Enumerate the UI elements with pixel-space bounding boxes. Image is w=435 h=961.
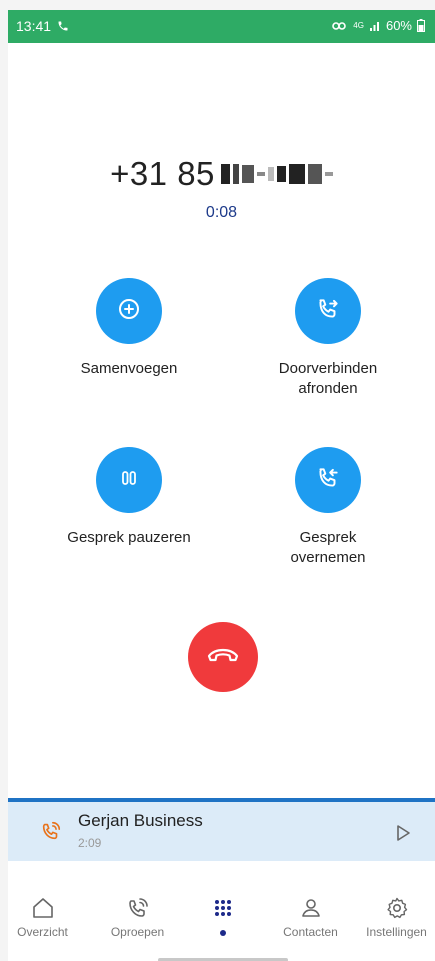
status-bar: 13:41 4G 60% <box>8 10 435 43</box>
gear-icon <box>354 894 435 922</box>
calls-icon <box>95 894 180 922</box>
merge-call-label: Samenvoegen <box>80 360 178 377</box>
status-time: 13:41 <box>16 18 52 34</box>
nav-item-dialpad[interactable] <box>180 894 265 936</box>
person-icon <box>268 894 353 922</box>
hangup-icon <box>206 645 240 670</box>
signal-icon <box>369 20 381 32</box>
complete-transfer-label: Doorverbinden afronden <box>278 360 378 397</box>
hangup-button[interactable] <box>188 622 258 692</box>
network-type: 4G <box>353 21 364 30</box>
hold-call-action[interactable]: Gesprek pauzeren <box>29 447 229 548</box>
nav-label-overzicht: Overzicht <box>17 925 68 939</box>
call-timer: 0:08 <box>205 204 238 221</box>
hold-call-label: Gesprek pauzeren <box>67 529 191 546</box>
active-call-phone-icon <box>40 820 62 847</box>
complete-transfer-action[interactable]: Doorverbinden afronden <box>228 278 428 399</box>
nav-item-instellingen[interactable]: Instellingen <box>354 894 435 939</box>
call-number-prefix: +31 85 <box>110 155 215 192</box>
nav-item-overzicht[interactable]: Overzicht <box>8 894 85 939</box>
status-time-group: 13:41 <box>16 18 69 34</box>
screen-frame: 13:41 4G 60% +31 85 0:08 Samenvoegen Doo… <box>0 0 435 961</box>
active-tab-indicator <box>219 930 226 936</box>
battery-percent: 60% <box>385 18 412 33</box>
active-call-bar[interactable]: Gerjan Business 2:09 <box>8 798 435 861</box>
redacted-number-digits <box>220 163 333 185</box>
resume-play-icon[interactable] <box>395 824 411 847</box>
take-over-call-label: Gesprek overnemen <box>290 529 366 566</box>
nav-label-instellingen: Instellingen <box>366 925 427 939</box>
bottom-navigation: Overzicht Oproepen Contacten Instellinge… <box>8 888 435 961</box>
app-window: 13:41 4G 60% +31 85 0:08 Samenvoegen Doo… <box>8 10 435 961</box>
active-call-name: Gerjan Business <box>78 811 203 830</box>
nav-label-contacten: Contacten <box>283 925 338 939</box>
battery-icon <box>417 19 425 32</box>
merge-plus-icon <box>117 297 141 326</box>
phone-call-status-icon <box>57 20 69 32</box>
nav-item-oproepen[interactable]: Oproepen <box>95 894 180 939</box>
hold-call-button[interactable] <box>96 447 162 513</box>
merge-call-action[interactable]: Samenvoegen <box>29 278 229 379</box>
complete-transfer-button[interactable] <box>295 278 361 344</box>
vpn-key-icon <box>332 21 348 31</box>
phone-incoming-icon <box>315 465 341 496</box>
active-call-duration: 2:09 <box>78 836 102 850</box>
take-over-call-button[interactable] <box>295 447 361 513</box>
call-number: +31 85 <box>8 155 435 193</box>
nav-label-oproepen: Oproepen <box>110 925 165 939</box>
status-right-group: 4G 60% <box>332 18 425 33</box>
home-icon <box>8 894 85 922</box>
pause-icon <box>118 467 140 494</box>
take-over-call-action[interactable]: Gesprek overnemen <box>228 447 428 568</box>
merge-call-button[interactable] <box>96 278 162 344</box>
phone-transfer-icon <box>315 296 341 327</box>
nav-item-contacten[interactable]: Contacten <box>268 894 353 939</box>
dialpad-icon <box>180 894 265 922</box>
